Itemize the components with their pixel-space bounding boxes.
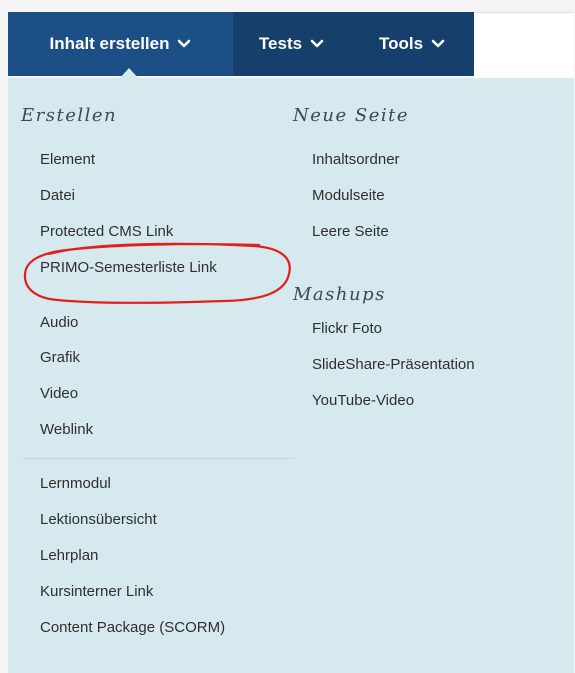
menu-item-lernmodul[interactable]: Lernmodul bbox=[40, 475, 111, 492]
tab-label: Tools bbox=[378, 34, 424, 53]
tab-label: Tests bbox=[258, 34, 303, 53]
tab-tests[interactable]: Tests bbox=[233, 12, 350, 76]
menu-item-lehrplan[interactable]: Lehrplan bbox=[40, 547, 98, 564]
menu-item-audio[interactable]: Audio bbox=[40, 314, 78, 331]
chevron-down-icon bbox=[431, 39, 445, 48]
menu-item-lektionsuebersicht[interactable]: Lektionsübersicht bbox=[40, 511, 157, 528]
tab-tools[interactable]: Tools bbox=[350, 12, 474, 76]
dropdown-menu-panel: Erstellen Element Datei Protected CMS Li… bbox=[8, 78, 574, 673]
page: Inhalt erstellen Tests Tools Erstellen E… bbox=[0, 0, 575, 673]
tab-label: Inhalt erstellen bbox=[49, 34, 170, 53]
menu-item-flickr-foto[interactable]: Flickr Foto bbox=[312, 320, 382, 337]
menu-item-inhaltsordner[interactable]: Inhaltsordner bbox=[312, 151, 400, 168]
menu-item-content-package-scorm[interactable]: Content Package (SCORM) bbox=[40, 619, 225, 636]
menu-item-protected-cms-link[interactable]: Protected CMS Link bbox=[40, 223, 173, 240]
menu-item-leere-seite[interactable]: Leere Seite bbox=[312, 223, 389, 240]
group-title-neue-seite: Neue Seite bbox=[293, 105, 409, 126]
menu-item-modulseite[interactable]: Modulseite bbox=[312, 187, 385, 204]
menu-divider bbox=[22, 458, 294, 459]
menu-item-grafik[interactable]: Grafik bbox=[40, 349, 80, 366]
menu-item-primo-semesterliste-link[interactable]: PRIMO-Semesterliste Link bbox=[40, 259, 217, 276]
menu-item-video[interactable]: Video bbox=[40, 385, 78, 402]
dropdown-pointer bbox=[118, 68, 140, 80]
toolbar-empty-area bbox=[474, 12, 574, 79]
group-title-mashups: Mashups bbox=[293, 284, 386, 305]
chevron-down-icon bbox=[178, 39, 191, 48]
menu-item-element[interactable]: Element bbox=[40, 151, 95, 168]
chevron-down-icon bbox=[310, 39, 324, 48]
tab-inhalt-erstellen[interactable]: Inhalt erstellen bbox=[8, 12, 233, 76]
group-title-erstellen: Erstellen bbox=[21, 105, 118, 126]
menu-item-youtube-video[interactable]: YouTube-Video bbox=[312, 392, 414, 409]
menu-item-kursinterner-link[interactable]: Kursinterner Link bbox=[40, 583, 153, 600]
course-toolbar: Inhalt erstellen Tests Tools bbox=[8, 12, 574, 80]
menu-item-weblink[interactable]: Weblink bbox=[40, 421, 93, 438]
menu-item-datei[interactable]: Datei bbox=[40, 187, 75, 204]
menu-item-slideshare-praesentation[interactable]: SlideShare-Präsentation bbox=[312, 356, 475, 373]
